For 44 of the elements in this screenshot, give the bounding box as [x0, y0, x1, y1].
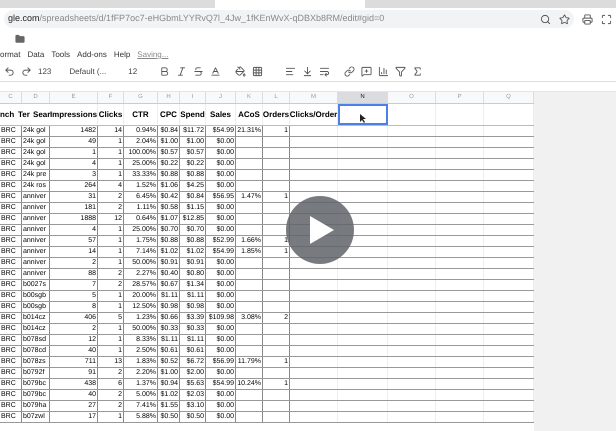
header-cell: ACoS [236, 104, 263, 125]
header-cell: Impressions [50, 104, 98, 125]
header-cell-text: Sear [33, 108, 50, 120]
number-format-dropdown[interactable]: 123 [38, 66, 52, 78]
chart-icon[interactable] [378, 66, 390, 77]
borders-icon[interactable] [252, 66, 264, 77]
vertical-align-icon[interactable] [302, 66, 314, 77]
header-cell-text: Ter [18, 108, 31, 120]
header-cell: Orders [263, 104, 290, 125]
bold-icon[interactable] [159, 66, 170, 77]
header-cell: CTR [124, 104, 158, 125]
menu-item[interactable]: Tools [51, 49, 70, 61]
link-icon[interactable] [344, 66, 356, 77]
header-cell: CPC [158, 104, 180, 125]
header-cell-text: nch [0, 108, 16, 120]
fullscreen-icon[interactable] [601, 14, 612, 24]
header-cell: Clicks/Order [290, 104, 338, 125]
star-icon[interactable] [559, 14, 570, 24]
font-size-dropdown[interactable]: 12 [128, 66, 138, 78]
redo-icon[interactable] [21, 66, 32, 77]
folder-icon[interactable] [15, 34, 25, 44]
menu-item[interactable]: ormat [0, 49, 20, 61]
filter-icon[interactable] [395, 66, 406, 77]
header-cell: Sales [206, 104, 236, 125]
address-bar[interactable]: gle.com/spreadsheets/d/1fFP7oc7-eHGbmLYYRvQ7l_4Jw_1fKEnWvX-qDBXb8RM/edit#gid=0 [4, 10, 574, 28]
strikethrough-icon[interactable] [193, 66, 204, 77]
fill-color-icon[interactable] [235, 66, 246, 77]
search-icon[interactable] [540, 14, 551, 24]
italic-icon[interactable] [176, 66, 188, 77]
menu-item[interactable]: Help [114, 49, 130, 61]
align-icon[interactable] [285, 66, 296, 77]
menu-item[interactable]: Data [27, 49, 44, 61]
header-cell: Spend [180, 104, 206, 125]
wrap-icon[interactable] [319, 66, 330, 77]
menu-item[interactable]: Add-ons [77, 49, 107, 61]
text-color-icon[interactable] [210, 66, 222, 77]
functions-icon[interactable] [412, 66, 424, 77]
header-cell: Clicks [98, 104, 124, 125]
undo-icon[interactable] [4, 66, 15, 77]
mouse-cursor-icon [360, 114, 366, 123]
play-icon [310, 216, 334, 244]
font-dropdown[interactable]: Default (... [69, 66, 106, 78]
save-status: Saving... [137, 49, 168, 61]
comment-icon[interactable] [361, 66, 372, 77]
